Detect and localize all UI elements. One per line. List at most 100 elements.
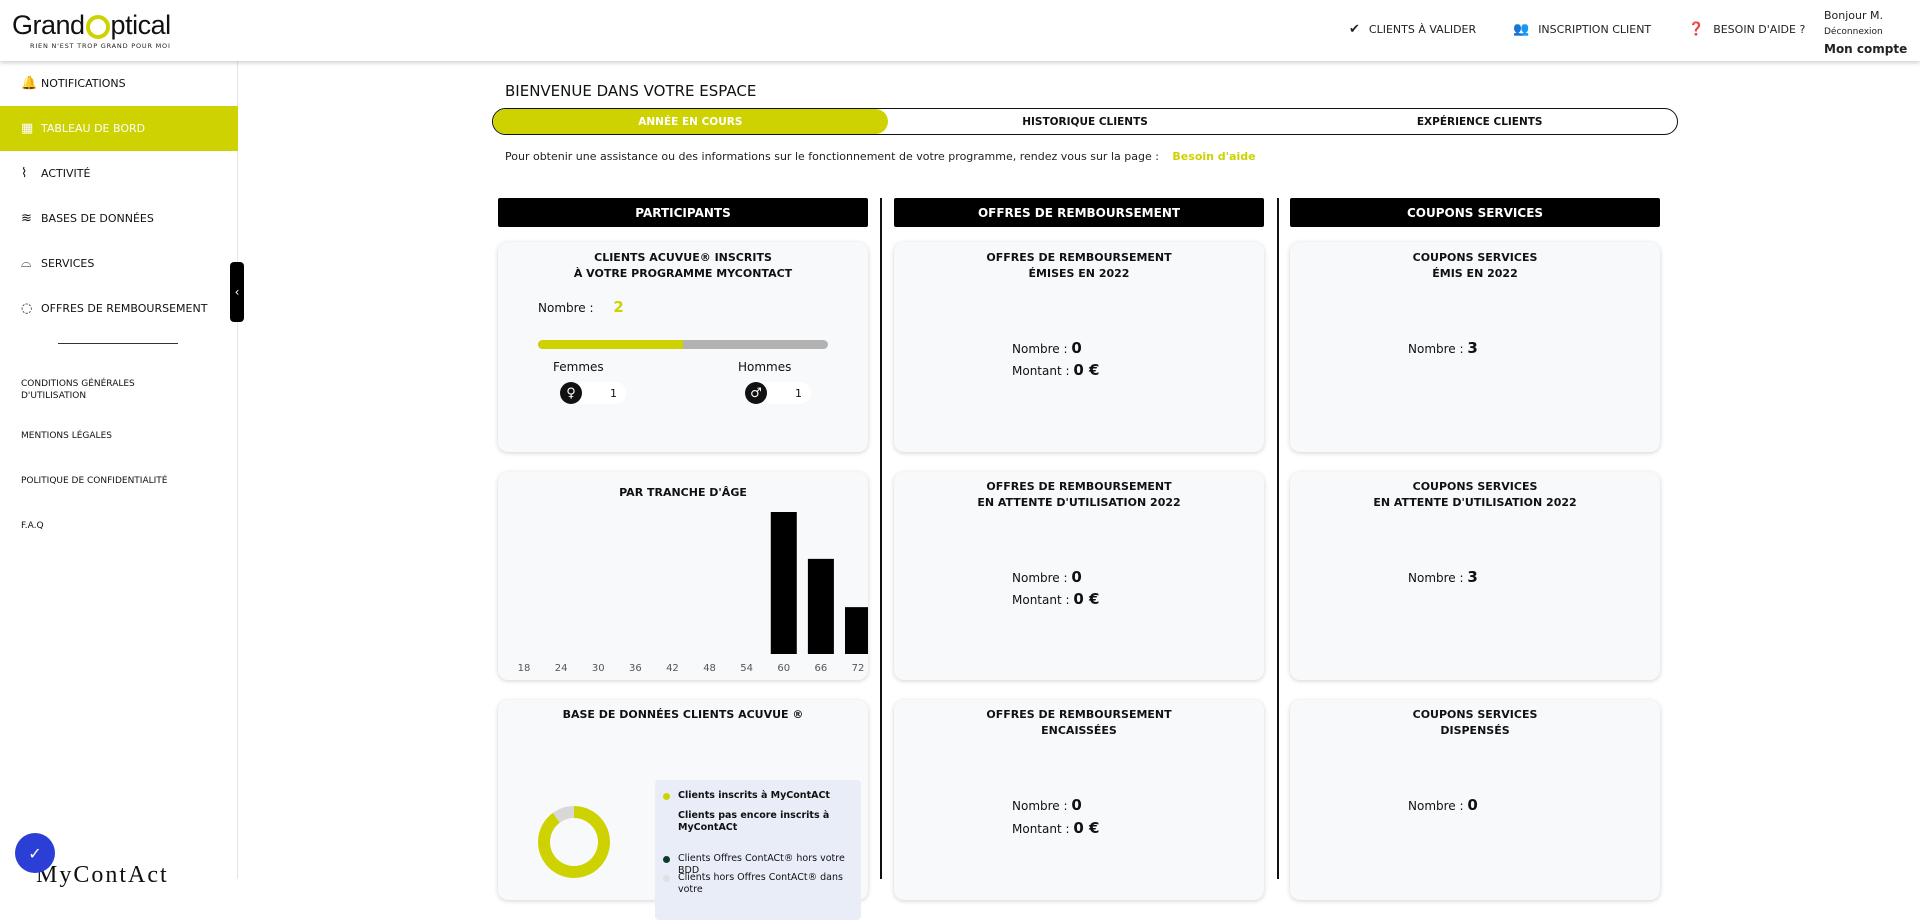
legend-label: Clients inscrits à MyContACt [678,790,830,801]
sidebar-divider [58,343,178,344]
age-tick-label: 66 [815,663,828,674]
sidebar-item-label: TABLEAU DE BORD [41,122,146,135]
card-title: COUPONS SERVICES [1412,480,1538,493]
card-subtitle: EN ATTENTE D'UTILISATION 2022 [1373,496,1577,509]
sidebar-item-notifications[interactable]: 🔔 NOTIFICATIONS [0,61,238,106]
card-title: OFFRES DE REMBOURSEMENT [986,708,1172,721]
card-subtitle: DISPENSÉS [1440,724,1510,737]
legend-item: Clients hors Offres ContACt® dans votre [663,872,853,896]
women-count-pill: ♀ 1 [560,382,626,404]
card-coupons-dispenses: COUPONS SERVICES DISPENSÉS Nombre : 0 [1290,700,1660,900]
logo-text-pre: Grand [12,10,85,40]
chat-fab-button[interactable]: ✓ [15,833,55,873]
card-coupons-emis: COUPONS SERVICES ÉMIS EN 2022 Nombre : 3 [1290,242,1660,452]
my-account-link[interactable]: Mon compte [1824,42,1907,56]
age-tick-label: 42 [666,663,679,674]
help-info-text: Pour obtenir une assistance ou des infor… [505,150,1256,163]
card-subtitle: À VOTRE PROGRAMME MYCONTACT [573,267,793,280]
offres-attente-montant: Montant : 0 € [1012,590,1100,608]
age-tick-label: 54 [740,663,753,674]
age-tick-label: 48 [703,663,716,674]
offres-attente-nombre: Nombre : 0 [1012,568,1082,586]
age-tick-label: 72 [852,663,865,674]
male-icon: ♂ [745,382,767,404]
offres-encaissees-nombre: Nombre : 0 [1012,796,1082,814]
card-title: COUPONS SERVICES [1412,708,1538,721]
sidebar-item-tableau-de-bord[interactable]: ▦ TABLEAU DE BORD [0,106,238,151]
sidebar-item-bases-de-donnees[interactable]: ≋ BASES DE DONNÉES [0,196,238,241]
age-bar-chart: 18 24 30 36 42 48 54 60 66 72 [518,512,868,674]
sidebar-item-label: SERVICES [41,257,95,270]
sidebar-link-mentions[interactable]: MENTIONS LÉGALES [21,430,171,442]
bell-icon: 🔔 [21,76,38,91]
age-bar-60 [770,512,797,654]
database-icon: ≋ [21,211,32,226]
period-tabs: ANNÉE EN COURS HISTORIQUE CLIENTS EXPÉRI… [492,108,1678,135]
age-bar-72 [845,607,868,654]
help-link[interactable]: Besoin d'aide [1172,150,1255,163]
age-bar-66 [807,558,834,654]
women-count: 1 [610,386,617,400]
men-count: 1 [795,386,802,400]
mycontact-logo: MyContAct [36,862,169,888]
nav-inscription-client[interactable]: 👥 INSCRIPTION CLIENT [1513,22,1651,37]
logout-link[interactable]: Déconnexion [1824,24,1907,41]
legend-item: Clients pas encore inscrits à MyContACt [663,810,853,834]
tab-annee-en-cours[interactable]: ANNÉE EN COURS [493,109,888,134]
offres-emises-nombre: Nombre : 0 [1012,339,1082,357]
column-header-coupons: COUPONS SERVICES [1290,198,1660,227]
sidebar-item-label: NOTIFICATIONS [41,77,126,90]
card-age-chart: PAR TRANCHE D'ÂGE 18 24 30 36 42 48 54 60 66 72 [498,472,868,680]
sidebar-item-services[interactable]: ⌓ SERVICES [0,241,238,286]
account-menu[interactable]: Bonjour M. Déconnexion Mon compte [1824,7,1907,58]
card-clients-inscrits: CLIENTS ACUVUE® INSCRITS À VOTRE PROGRAM… [498,242,868,452]
female-icon: ♀ [560,382,582,404]
inscrits-count: Nombre : 2 [538,298,624,316]
card-offres-emises: OFFRES DE REMBOURSEMENT ÉMISES EN 2022 N… [894,242,1264,452]
legend-dot [663,793,670,800]
sidebar-collapse-button[interactable]: ‹ [230,262,244,322]
sidebar-item-activite[interactable]: ⌇ ACTIVITÉ [0,151,238,196]
sidebar-item-label: ACTIVITÉ [41,167,91,180]
coupons-dispenses-nombre: Nombre : 0 [1408,796,1478,814]
page-title: BIENVENUE DANS VOTRE ESPACE [505,82,757,100]
tab-experience-clients[interactable]: EXPÉRIENCE CLIENTS [1282,109,1677,134]
help-info-label: Pour obtenir une assistance ou des infor… [505,150,1159,163]
question-icon: ❓ [1688,22,1705,37]
users-icon: 👥 [1513,22,1530,37]
legend-item: Clients inscrits à MyContACt [663,790,853,802]
tab-historique-clients[interactable]: HISTORIQUE CLIENTS [888,109,1283,134]
bdd-donut-chart [538,806,610,878]
donut-slice-1 [552,806,575,823]
card-subtitle: ENCAISSÉES [1041,724,1117,737]
bdd-legend: Clients inscrits à MyContACt Clients pas… [655,780,861,920]
sidebar-link-cgu[interactable]: CONDITIONS GÉNÉRALES D'UTILISATION [21,378,141,402]
age-tick-label: 18 [518,663,531,674]
card-offres-encaissees: OFFRES DE REMBOURSEMENT ENCAISSÉES Nombr… [894,700,1264,900]
nav-besoin-aide[interactable]: ❓ BESOIN D'AIDE ? [1688,22,1805,37]
offres-emises-montant: Montant : 0 € [1012,361,1100,379]
nav-clients-a-valider[interactable]: ✔ CLIENTS À VALIDER [1349,22,1476,37]
age-tick-label: 36 [629,663,642,674]
check-icon: ✔ [1349,22,1360,37]
checklist-icon: ✓ [28,843,42,863]
age-tick-label: 30 [592,663,605,674]
women-label: Femmes [553,360,604,374]
card-subtitle: ÉMIS EN 2022 [1432,267,1518,280]
donut-slice-0 [538,806,610,878]
column-header-participants: PARTICIPANTS [498,198,868,227]
sidebar-item-offres-de-remboursement[interactable]: ◌ OFFRES DE REMBOURSEMENT [0,286,238,331]
sidebar-link-confidentialite[interactable]: POLITIQUE DE CONFIDENTIALITÉ [21,475,171,487]
coupons-attente-nombre: Nombre : 3 [1408,568,1478,586]
sidebar: 🔔 NOTIFICATIONS ▦ TABLEAU DE BORD ⌇ ACTI… [0,61,238,879]
men-label: Hommes [738,360,792,374]
sidebar-item-label: OFFRES DE REMBOURSEMENT [41,302,208,315]
stat-value: 2 [613,298,624,316]
account-greeting: Bonjour M. [1824,9,1884,22]
chevron-left-icon: ‹ [234,285,240,299]
card-bdd-clients: BASE DE DONNÉES CLIENTS ACUVUE ® Clients… [498,700,868,920]
top-header: Grand ptical RIEN N'EST TROP GRAND POUR M… [0,0,1920,61]
grandoptical-logo[interactable]: Grand ptical RIEN N'EST TROP GRAND POUR M… [12,10,202,52]
sidebar-link-faq[interactable]: F.A.Q [21,520,171,532]
column-divider [880,198,882,879]
